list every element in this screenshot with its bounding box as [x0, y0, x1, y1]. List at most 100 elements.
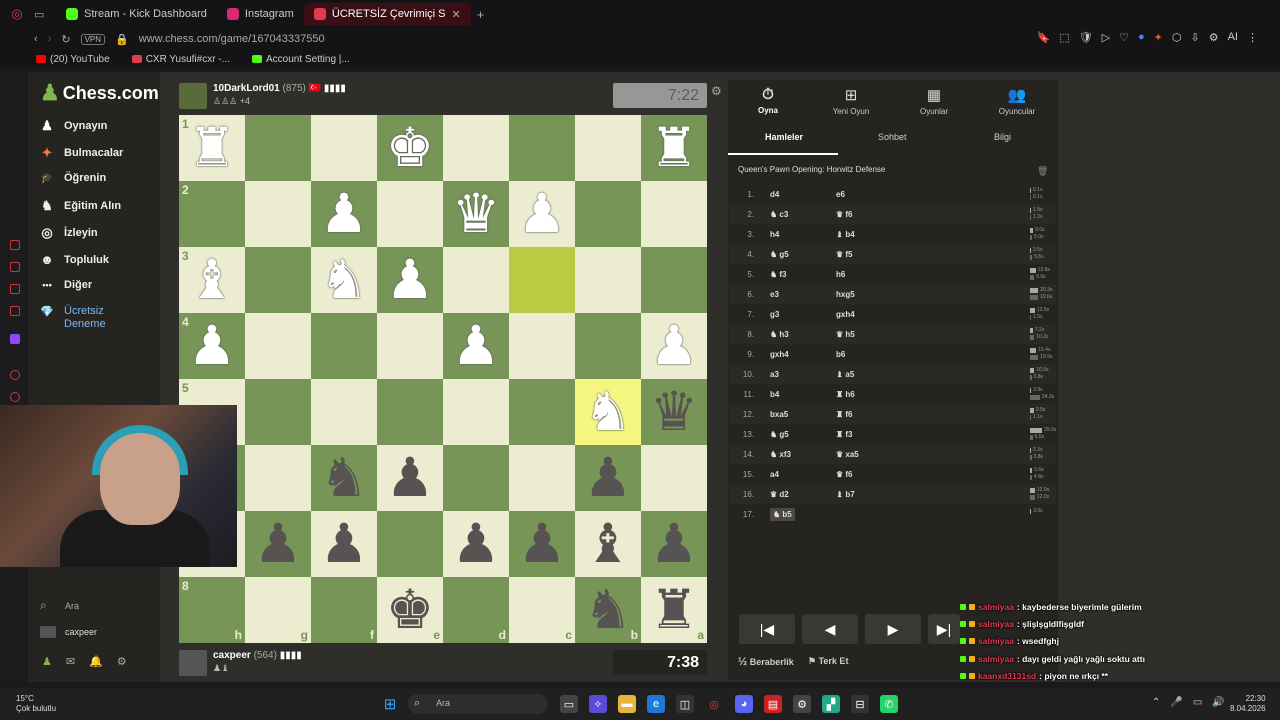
- tab-instagram[interactable]: Instagram: [217, 3, 304, 25]
- white-move[interactable]: e3: [770, 290, 779, 299]
- user-avatar[interactable]: [40, 626, 56, 638]
- nav-watch[interactable]: ◎ İzleyin: [40, 225, 97, 241]
- black-knight-icon[interactable]: ♞: [320, 451, 368, 505]
- subtab-chat[interactable]: Sohbet: [878, 132, 907, 142]
- chat-username[interactable]: kaanxd3131sd: [978, 671, 1036, 681]
- black-move[interactable]: ♝ a5: [836, 370, 854, 379]
- board-square[interactable]: ♟: [641, 511, 707, 577]
- board-square[interactable]: ♜: [641, 115, 707, 181]
- black-queen-icon[interactable]: ♛: [650, 385, 698, 439]
- back-icon[interactable]: ‹: [34, 33, 38, 45]
- white-move[interactable]: ♞ c3: [770, 210, 788, 219]
- opera-taskbar-icon[interactable]: ◎: [705, 695, 723, 713]
- tab-kick-dashboard[interactable]: Stream - Kick Dashboard: [56, 3, 217, 25]
- black-move[interactable]: h6: [836, 270, 845, 279]
- black-pawn-icon[interactable]: ♟: [518, 517, 566, 571]
- white-move[interactable]: gxh4: [770, 350, 789, 359]
- sidebar-app-icon[interactable]: [10, 284, 20, 294]
- tab-players[interactable]: 👥 Oyuncular: [977, 86, 1057, 116]
- board-square[interactable]: 2: [179, 181, 245, 247]
- draw-button[interactable]: ½ Beraberlik: [738, 656, 794, 668]
- white-pawn-icon[interactable]: ♟: [386, 253, 434, 307]
- black-pawn-icon[interactable]: ♟: [320, 517, 368, 571]
- board-square[interactable]: ♟: [311, 511, 377, 577]
- nav-learn[interactable]: 🎓 Öğrenin: [40, 172, 106, 184]
- download-icon[interactable]: ⇩: [1191, 31, 1200, 44]
- edge-icon[interactable]: e: [647, 695, 665, 713]
- last-move-button[interactable]: ▶|: [928, 614, 960, 644]
- black-move[interactable]: ♜ h6: [836, 390, 855, 399]
- board-square[interactable]: [311, 379, 377, 445]
- tab-games[interactable]: ▦ Oyunlar: [894, 86, 974, 116]
- board-square[interactable]: ♚: [377, 115, 443, 181]
- bookmark-account[interactable]: Account Setting |...: [251, 54, 350, 65]
- board-square[interactable]: ♟: [377, 445, 443, 511]
- board-square[interactable]: [509, 379, 575, 445]
- board-square[interactable]: g: [245, 577, 311, 643]
- black-bishop-icon[interactable]: ♝: [584, 517, 632, 571]
- nav-free-trial[interactable]: 💎 Ücretsiz Deneme: [40, 305, 114, 331]
- black-pawn-icon[interactable]: ♟: [584, 451, 632, 505]
- board-square[interactable]: [575, 313, 641, 379]
- board-square[interactable]: [377, 181, 443, 247]
- nav-community[interactable]: ☻ Topluluk: [40, 252, 109, 267]
- settings-icon[interactable]: ⚙: [1209, 31, 1219, 44]
- ai-icon[interactable]: AI: [1228, 31, 1238, 44]
- board-square[interactable]: [443, 115, 509, 181]
- black-move[interactable]: ♛ f6: [836, 470, 853, 479]
- board-square[interactable]: [509, 115, 575, 181]
- player-name[interactable]: caxpeer: [213, 650, 251, 661]
- white-pawn-icon[interactable]: ♟: [320, 187, 368, 241]
- subtab-moves[interactable]: Hamleler: [765, 132, 803, 142]
- bookmark-youtube[interactable]: (20) YouTube: [36, 54, 110, 65]
- black-move[interactable]: ♜ f6: [836, 410, 853, 419]
- board-square[interactable]: [443, 247, 509, 313]
- black-pawn-icon[interactable]: ♟: [386, 451, 434, 505]
- black-move[interactable]: hxg5: [836, 290, 855, 299]
- board-square[interactable]: ♟: [443, 511, 509, 577]
- white-bishop-icon[interactable]: ♝: [188, 253, 236, 307]
- copilot-icon[interactable]: ✧: [589, 695, 607, 713]
- white-queen-icon[interactable]: ♛: [452, 187, 500, 241]
- board-square[interactable]: [443, 379, 509, 445]
- chat-username[interactable]: salmiyaa: [978, 602, 1014, 612]
- white-move[interactable]: ♞ b5: [770, 507, 795, 521]
- black-pawn-icon[interactable]: ♟: [452, 517, 500, 571]
- black-pawn-icon[interactable]: ♟: [254, 517, 302, 571]
- white-move[interactable]: h4: [770, 230, 779, 239]
- black-move[interactable]: ♛ h5: [836, 330, 855, 339]
- black-knight-icon[interactable]: ♞: [584, 583, 632, 637]
- board-square[interactable]: [509, 445, 575, 511]
- subtab-info[interactable]: Bilgi: [994, 132, 1011, 142]
- windows-start-icon[interactable]: ⊞: [381, 695, 399, 713]
- shield-icon[interactable]: 🛡: [1079, 31, 1093, 44]
- nav-coach[interactable]: ♞ Eğitim Alın: [40, 198, 121, 214]
- white-move[interactable]: a3: [770, 370, 779, 379]
- puzzle-icon[interactable]: ⬡: [1172, 31, 1182, 44]
- resign-button[interactable]: ⚑ Terk Et: [808, 656, 848, 667]
- white-move[interactable]: ♞ g5: [770, 250, 789, 259]
- white-move[interactable]: b4: [770, 390, 779, 399]
- play-icon[interactable]: ▷: [1102, 31, 1110, 44]
- board-square[interactable]: ♟: [443, 313, 509, 379]
- black-move[interactable]: ♜ f3: [836, 430, 853, 439]
- nav-more[interactable]: ••• Diğer: [40, 279, 92, 291]
- board-square[interactable]: [245, 379, 311, 445]
- app-icon[interactable]: ▞: [822, 695, 840, 713]
- friends-icon[interactable]: ♟: [42, 655, 52, 668]
- bookmark-cxr[interactable]: CXR Yusufi#cxr -...: [131, 54, 230, 65]
- black-rook-icon[interactable]: ♜: [650, 583, 698, 637]
- board-square[interactable]: [311, 313, 377, 379]
- white-knight-icon[interactable]: ♞: [584, 385, 632, 439]
- board-square[interactable]: ♞: [311, 247, 377, 313]
- white-knight-icon[interactable]: ♞: [320, 253, 368, 307]
- nav-puzzles[interactable]: ✦ Bulmacalar: [40, 145, 124, 161]
- board-square[interactable]: [443, 445, 509, 511]
- sidebar-app-icon[interactable]: [10, 240, 20, 250]
- task-view-icon[interactable]: ▭: [560, 695, 578, 713]
- board-square[interactable]: ♟: [311, 181, 377, 247]
- fox-icon[interactable]: ✦: [1154, 31, 1163, 44]
- nav-play[interactable]: ♟ Oynayın: [40, 118, 107, 134]
- board-square[interactable]: [245, 313, 311, 379]
- board-square[interactable]: c: [509, 577, 575, 643]
